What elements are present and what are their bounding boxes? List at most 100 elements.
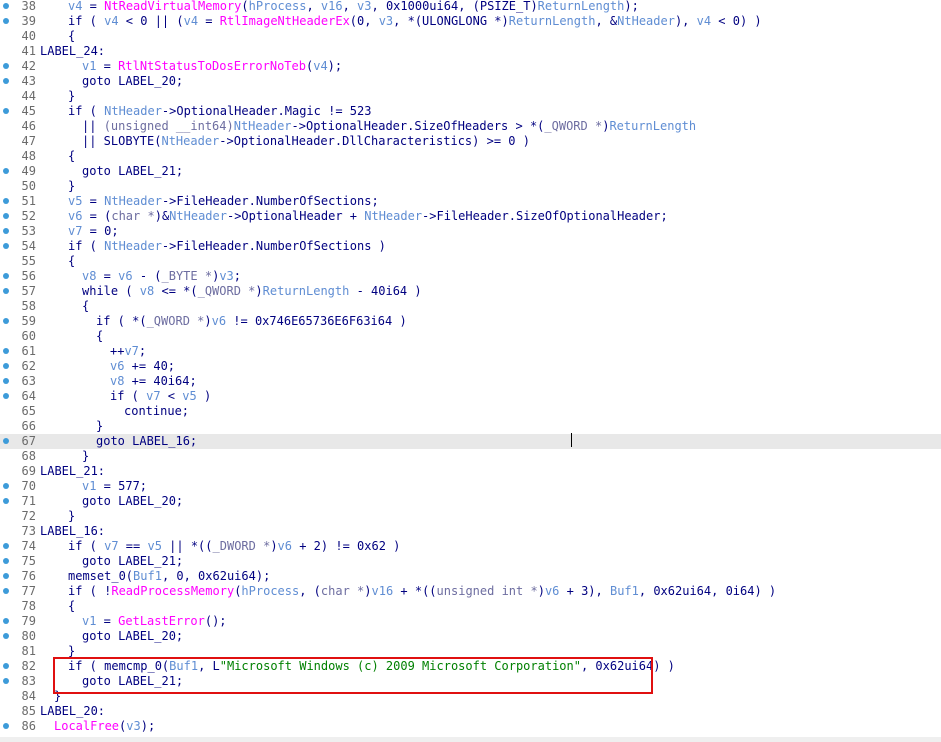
code-line[interactable]: 45 if ( NtHeader->OptionalHeader.Magic !=… [0, 104, 941, 119]
code-text[interactable]: LABEL_16: [40, 524, 105, 539]
code-text[interactable]: if ( NtHeader->OptionalHeader.Magic != 5… [68, 104, 371, 119]
code-text[interactable]: v1 = 577; [82, 479, 147, 494]
code-line[interactable]: 54 if ( NtHeader->FileHeader.NumberOfSect… [0, 239, 941, 254]
breakpoint-dot-icon[interactable] [3, 438, 9, 444]
breakpoint-dot-icon[interactable] [3, 288, 9, 294]
code-text[interactable]: LocalFree(v3); [54, 719, 155, 734]
breakpoint-dot-icon[interactable] [3, 618, 9, 624]
code-line[interactable]: 65 continue; [0, 404, 941, 419]
code-text[interactable]: goto LABEL_21; [82, 554, 183, 569]
code-line[interactable]: 41 LABEL_24: [0, 44, 941, 59]
code-line[interactable]: 72} [0, 509, 941, 524]
pseudocode-view[interactable]: 38 v4 = NtReadVirtualMemory(hProcess, v16… [0, 0, 941, 742]
code-line[interactable]: 48 { [0, 149, 941, 164]
code-text[interactable]: v1 = RtlNtStatusToDosErrorNoTeb(v4); [82, 59, 342, 74]
breakpoint-dot-icon[interactable] [3, 573, 9, 579]
code-text[interactable]: v6 = (char *)&NtHeader->OptionalHeader +… [68, 209, 668, 224]
code-line[interactable]: 77 if ( !ReadProcessMemory(hProcess, (cha… [0, 584, 941, 599]
breakpoint-dot-icon[interactable] [3, 78, 9, 84]
code-line[interactable]: 44} [0, 89, 941, 104]
code-text[interactable]: goto LABEL_20; [82, 629, 183, 644]
code-text[interactable]: while ( v8 <= *(_QWORD *)ReturnLength - … [82, 284, 422, 299]
breakpoint-dot-icon[interactable] [3, 363, 9, 369]
code-text[interactable]: v6 += 40; [110, 359, 175, 374]
code-text[interactable]: if ( NtHeader->FileHeader.NumberOfSectio… [68, 239, 386, 254]
code-text[interactable]: if ( *(_QWORD *)v6 != 0x746E65736E6F63i6… [96, 314, 407, 329]
breakpoint-dot-icon[interactable] [3, 378, 9, 384]
code-text[interactable]: goto LABEL_16; [96, 434, 197, 449]
code-line[interactable]: 66} [0, 419, 941, 434]
breakpoint-dot-icon[interactable] [3, 198, 9, 204]
breakpoint-dot-icon[interactable] [3, 18, 9, 24]
code-text[interactable]: v8 = v6 - (_BYTE *)v3; [82, 269, 241, 284]
code-line[interactable]: 71 goto LABEL_20; [0, 494, 941, 509]
code-line[interactable]: 51 v5 = NtHeader->FileHeader.NumberOfSect… [0, 194, 941, 209]
code-text[interactable]: { [68, 599, 75, 614]
breakpoint-dot-icon[interactable] [3, 588, 9, 594]
breakpoint-dot-icon[interactable] [3, 633, 9, 639]
code-line[interactable]: 52 v6 = (char *)&NtHeader->OptionalHeader… [0, 209, 941, 224]
code-line[interactable]: 63 v8 += 40i64; [0, 374, 941, 389]
code-text[interactable]: { [68, 149, 75, 164]
code-line[interactable]: 58 { [0, 299, 941, 314]
breakpoint-dot-icon[interactable] [3, 168, 9, 174]
code-line[interactable]: 80 goto LABEL_20; [0, 629, 941, 644]
breakpoint-dot-icon[interactable] [3, 243, 9, 249]
code-text[interactable]: v8 += 40i64; [110, 374, 197, 389]
code-line[interactable]: 53 v7 = 0; [0, 224, 941, 239]
breakpoint-dot-icon[interactable] [3, 663, 9, 669]
code-text[interactable]: v4 = NtReadVirtualMemory(hProcess, v16 , … [68, 0, 639, 14]
code-line[interactable]: 39 if ( v4 < 0 || (v4 = RtlImageNtHeaderE… [0, 14, 941, 29]
code-text[interactable]: } [96, 419, 103, 434]
code-line[interactable]: 62 v6 += 40; [0, 359, 941, 374]
code-line[interactable]: 40 { [0, 29, 941, 44]
code-line[interactable]: 67 goto LABEL_16; [0, 434, 941, 449]
breakpoint-dot-icon[interactable] [3, 558, 9, 564]
code-line[interactable]: 75 goto LABEL_21; [0, 554, 941, 569]
code-text[interactable]: } [68, 179, 75, 194]
breakpoint-dot-icon[interactable] [3, 393, 9, 399]
code-text[interactable]: ++v7; [110, 344, 146, 359]
code-line[interactable]: 68} [0, 449, 941, 464]
breakpoint-dot-icon[interactable] [3, 3, 9, 9]
code-line[interactable]: 79 v1 = GetLastError(); [0, 614, 941, 629]
code-text[interactable]: v7 = 0; [68, 224, 119, 239]
code-line[interactable]: 59 if ( *(_QWORD *)v6 != 0x746E65736E6F63… [0, 314, 941, 329]
code-text[interactable]: } [82, 449, 89, 464]
code-text[interactable]: goto LABEL_21; [82, 164, 183, 179]
code-text[interactable]: if ( v7 < v5 ) [110, 389, 211, 404]
breakpoint-dot-icon[interactable] [3, 213, 9, 219]
breakpoint-dot-icon[interactable] [3, 273, 9, 279]
breakpoint-dot-icon[interactable] [3, 543, 9, 549]
code-text[interactable]: } [68, 89, 75, 104]
code-text[interactable]: continue; [124, 404, 189, 419]
code-line[interactable]: 55 { [0, 254, 941, 269]
code-text[interactable]: goto LABEL_20; [82, 494, 183, 509]
code-line[interactable]: 70 v1 = 577; [0, 479, 941, 494]
code-line[interactable]: 47 || SLOBYTE(NtHeader->OptionalHeader.Dl… [0, 134, 941, 149]
code-text[interactable]: goto LABEL_20; [82, 74, 183, 89]
breakpoint-dot-icon[interactable] [3, 318, 9, 324]
code-text[interactable]: if ( v4 < 0 || (v4 = RtlImageNtHeaderEx(… [68, 14, 762, 29]
code-line[interactable]: 56 v8 = v6 - (_BYTE *)v3; [0, 269, 941, 284]
code-line[interactable]: 69 LABEL_21: [0, 464, 941, 479]
code-text[interactable]: LABEL_20: [40, 704, 105, 719]
breakpoint-dot-icon[interactable] [3, 498, 9, 504]
breakpoint-dot-icon[interactable] [3, 483, 9, 489]
code-text[interactable]: } [68, 509, 75, 524]
code-text[interactable]: || SLOBYTE(NtHeader->OptionalHeader.DllC… [82, 134, 530, 149]
code-line[interactable]: 64 if ( v7 < v5 ) [0, 389, 941, 404]
code-text[interactable]: LABEL_21: [40, 464, 105, 479]
code-line[interactable]: 38 v4 = NtReadVirtualMemory(hProcess, v16… [0, 0, 941, 14]
code-line[interactable]: 60 { [0, 329, 941, 344]
breakpoint-dot-icon[interactable] [3, 228, 9, 234]
code-line[interactable]: 46 || (unsigned __int64)NtHeader->Optiona… [0, 119, 941, 134]
code-text[interactable]: if ( v7 == v5 || *((_DWORD *)v6 + 2) != … [68, 539, 400, 554]
breakpoint-dot-icon[interactable] [3, 63, 9, 69]
code-line[interactable]: 73 LABEL_16: [0, 524, 941, 539]
breakpoint-dot-icon[interactable] [3, 723, 9, 729]
breakpoint-dot-icon[interactable] [3, 108, 9, 114]
code-line[interactable]: 86 LocalFree(v3); [0, 719, 941, 734]
code-line[interactable]: 61 ++v7; [0, 344, 941, 359]
code-text[interactable]: if ( !ReadProcessMemory(hProcess, (char … [68, 584, 776, 599]
